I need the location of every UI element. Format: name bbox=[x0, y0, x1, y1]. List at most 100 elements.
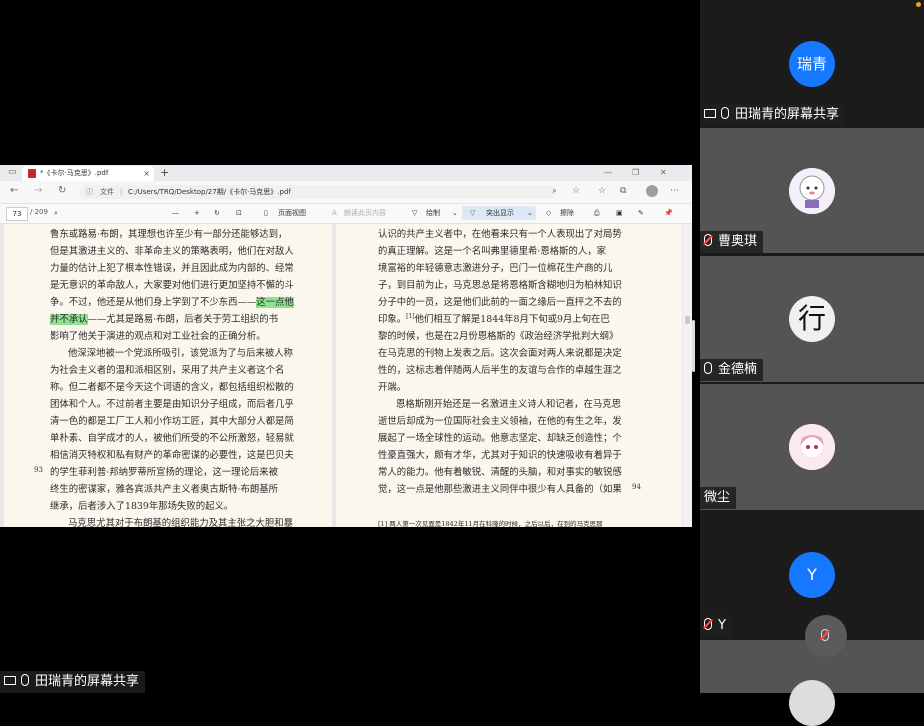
text-line: 终生的密谋家，雅各宾派共产主义者奥古斯特·布朗基所 bbox=[50, 484, 278, 495]
more-icon[interactable]: ⋯ bbox=[670, 186, 679, 196]
resize-handle[interactable] bbox=[692, 320, 695, 372]
text-line: 为社会主义者的温和派相区别，采用了共产主义者这个名 bbox=[50, 365, 285, 376]
text-line: 争。不过，他还是从他们身上学到了不少东西——这一点他 bbox=[50, 297, 294, 308]
page-view-icon[interactable]: ▯ bbox=[264, 207, 268, 219]
tab-title: *《卡尔·马克思》.pdf bbox=[40, 169, 109, 177]
page-number: 93 bbox=[34, 466, 43, 474]
text-line: 是无意识的革命敌人，大家要对他们进行更加坚持不懈的斗 bbox=[50, 280, 294, 291]
pdf-document-area[interactable]: 鲁东或路易·布朗，其理想也许至少有一部分还能够达到， 但是其激进主义的、非革命主… bbox=[0, 224, 692, 527]
text-line: 称。但二者都不是今天这个词语的含义，都包括组织松散的 bbox=[50, 382, 294, 393]
participant-tile[interactable]: 瑞青 田瑞青的屏幕共享 bbox=[700, 0, 924, 126]
close-window-icon[interactable]: ✕ bbox=[660, 165, 667, 181]
text-line: 力量的估计上犯了根本性错误，并且因此成为内部的、经常 bbox=[50, 263, 294, 274]
new-tab-button[interactable]: + bbox=[160, 165, 169, 181]
read-aloud-icon: A bbox=[332, 209, 337, 217]
zoom-icon[interactable]: ⌕ bbox=[552, 186, 557, 196]
forward-icon[interactable]: → bbox=[34, 185, 42, 196]
tab-actions-icon[interactable]: ▭ bbox=[8, 167, 17, 177]
avatar: 瑞青 bbox=[789, 41, 835, 87]
favorite-add-icon[interactable]: ☆ bbox=[572, 186, 580, 196]
sheep-avatar-icon bbox=[789, 168, 835, 214]
text-line: 性豪直强大，颇有才华，尤其对于知识的快速吸收有着异于 bbox=[378, 450, 622, 461]
text-line: 常人的能力。他有着敏锐、清醒的头脑，和对事实的敏锐感 bbox=[378, 467, 622, 478]
text-line: 的学生菲利普·邦纳罗蒂所宣扬的理论，这一理论后来被 bbox=[50, 467, 278, 478]
text-line: 开端。 bbox=[378, 382, 407, 393]
participant-name: 曹奥琪 bbox=[700, 231, 764, 253]
profile-avatar[interactable] bbox=[646, 185, 658, 197]
avatar: 行 bbox=[789, 296, 835, 342]
draw-button[interactable]: 绘制 bbox=[426, 207, 440, 219]
footnote-mark: [1] bbox=[406, 312, 415, 320]
text-line: 清一色的都是工厂工人和小作坊工匠，其中大部分人都是简 bbox=[50, 416, 294, 427]
pdf-left-page: 鲁东或路易·布朗，其理想也许至少有一部分还能够达到， 但是其激进主义的、非革命主… bbox=[4, 224, 332, 527]
text-line: 继承，后者涉入了1839年那场失败的起义。 bbox=[50, 501, 234, 512]
participant-name: 田瑞青的屏幕共享 bbox=[700, 104, 846, 126]
avatar bbox=[789, 168, 835, 214]
save-icon[interactable]: ▣ bbox=[616, 207, 623, 219]
highlight-label: 突出显示 bbox=[486, 209, 514, 217]
favorites-icon[interactable]: ☆ bbox=[598, 186, 606, 196]
text-line: 单朴素、自学成才的人，被他们所受的不公所激怒，轻易就 bbox=[50, 433, 294, 444]
restore-icon[interactable]: ❐ bbox=[632, 165, 639, 181]
erase-icon[interactable]: ◇ bbox=[546, 207, 551, 219]
address-label: 文件 bbox=[100, 188, 114, 196]
shared-screen: ▭ *《卡尔·马克思》.pdf × + — ❐ ✕ ← → ↻ ⓘ 文件 | C… bbox=[0, 0, 700, 693]
text-line: 在马克思的刊物上发表之后。这次会面对两人来说都是决定 bbox=[378, 348, 622, 359]
text-line: 影响了他关于演进的观点和对工业社会的正确分析。 bbox=[50, 331, 266, 342]
page-number: 94 bbox=[632, 483, 641, 491]
anime-avatar-icon bbox=[789, 424, 835, 470]
text-line: 印象。[1]他们相互了解是1844年8月下旬或9月上旬在巴 bbox=[378, 312, 610, 325]
close-icon[interactable]: × bbox=[143, 166, 150, 181]
tab-pdf[interactable]: *《卡尔·马克思》.pdf × bbox=[22, 166, 154, 181]
fit-page-icon[interactable]: ⊡ bbox=[236, 207, 242, 219]
browser-window: ▭ *《卡尔·马克思》.pdf × + — ❐ ✕ ← → ↻ ⓘ 文件 | C… bbox=[0, 165, 692, 527]
read-aloud-button: 朗读此页内容 bbox=[344, 209, 386, 217]
search-icon[interactable]: ⌕ bbox=[54, 207, 58, 219]
address-input[interactable]: ⓘ 文件 | C:/Users/TRQ/Desktop/27期/《卡尔·马克思》… bbox=[80, 185, 556, 199]
text-line: 性的，这标志着伴随两人后半生的友谊与合作的卓越生涯之 bbox=[378, 365, 622, 376]
rotate-icon[interactable]: ↻ bbox=[214, 207, 220, 219]
participant-tile[interactable]: 行 金德楠 bbox=[700, 256, 924, 382]
collections-icon[interactable]: ⧉ bbox=[620, 186, 626, 196]
highlighted-text[interactable]: 这一点他 bbox=[256, 297, 294, 308]
participant-tile[interactable]: 曹奥琪 bbox=[700, 128, 924, 253]
screen-share-icon bbox=[704, 109, 716, 118]
zoom-in-icon[interactable]: + bbox=[194, 207, 200, 219]
save-as-icon[interactable]: ✎ bbox=[638, 207, 644, 219]
pdf-toolbar: 73 / 209 ⌕ — + ↻ ⊡ ▯ 页面视图 A 朗读此页内容 ▽ 绘制 … bbox=[0, 204, 692, 224]
text-line: 鲁东或路易·布朗，其理想也许至少有一部分还能够达到， bbox=[50, 229, 288, 240]
scrollbar[interactable] bbox=[683, 224, 692, 527]
scrollbar-thumb[interactable] bbox=[685, 316, 690, 324]
highlighted-text[interactable]: 并不承认 bbox=[50, 314, 88, 325]
text-line: 分子中的一员，这是他们此前的一面之缘后一直抨之不去的 bbox=[378, 297, 622, 308]
back-icon[interactable]: ← bbox=[10, 185, 18, 196]
mic-muted-icon bbox=[821, 629, 829, 641]
minimize-icon[interactable]: — bbox=[604, 165, 612, 181]
draw-dropdown-icon[interactable]: ⌄ bbox=[452, 207, 458, 219]
text-line: 但是其激进主义的、非革命主义的策略表明，他们在对敌人 bbox=[50, 246, 294, 257]
text-line: 觉，这一点是他那些激进主义同伴中很少有人具备的（如果 bbox=[378, 484, 622, 495]
refresh-icon[interactable]: ↻ bbox=[58, 185, 66, 196]
participant-name: Y bbox=[700, 615, 732, 637]
mic-muted-icon bbox=[704, 234, 712, 246]
participant-name: 微尘 bbox=[700, 487, 737, 509]
participant-tile[interactable]: 微尘 bbox=[700, 384, 924, 510]
mute-toggle-button[interactable] bbox=[805, 615, 847, 657]
highlight-dropdown-icon[interactable]: ⌄ bbox=[527, 207, 533, 219]
text-line: 的真正理解。这是一个名叫弗里德里希·恩格斯的人，家 bbox=[378, 246, 606, 257]
page-number-input[interactable]: 73 bbox=[6, 207, 28, 221]
participants-panel: 瑞青 田瑞青的屏幕共享 曹奥琪 行 金德楠 微尘 Y Y bbox=[700, 0, 924, 726]
avatar bbox=[789, 424, 835, 470]
zoom-out-icon[interactable]: — bbox=[172, 207, 179, 219]
text-line: 境富裕的年轻德意志激进分子，巴门一位棉花生产商的儿 bbox=[378, 263, 613, 274]
draw-icon[interactable]: ▽ bbox=[412, 207, 417, 219]
mic-muted-icon bbox=[704, 618, 712, 630]
pin-icon[interactable]: 📌 bbox=[664, 207, 673, 219]
print-icon[interactable]: ⎙ bbox=[594, 207, 600, 219]
footnote-line: [1] 两人第一次见面是1842年11月在科隆的时候，之后以后，在到的马克思那 bbox=[378, 520, 603, 527]
page-view-button[interactable]: 页面视图 bbox=[278, 207, 306, 219]
text-line: 马克思尤其对于布朗基的组织能力及其主张之大胆和暴 bbox=[68, 518, 294, 527]
erase-button[interactable]: 擦除 bbox=[560, 207, 574, 219]
text-line: 黎的时候，也是在2月份恩格斯的《政治经济学批判大纲》 bbox=[378, 331, 619, 342]
tab-bar: ▭ *《卡尔·马克思》.pdf × + — ❐ ✕ bbox=[0, 165, 692, 181]
